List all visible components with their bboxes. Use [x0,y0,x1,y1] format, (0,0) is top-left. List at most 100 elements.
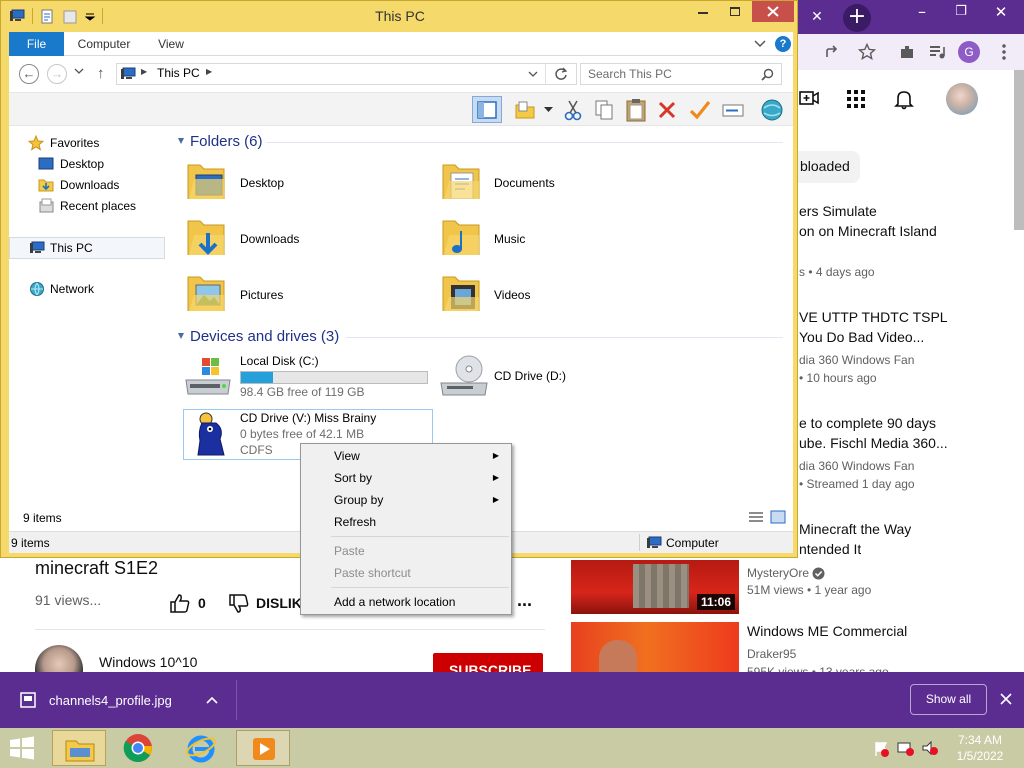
minimize-button[interactable] [688,2,718,22]
folder-documents[interactable]: Documents [441,159,681,211]
folder-options-dropdown-icon[interactable] [544,107,553,113]
refresh-icon[interactable] [554,67,568,81]
drives-group-header[interactable]: Devices and drives (3) [190,328,339,345]
video-title-4b[interactable]: ntended It [799,541,861,557]
folder-desktop[interactable]: Desktop [186,159,426,211]
forward-button[interactable]: → [47,64,67,84]
new-tab-button[interactable]: + [843,4,871,32]
up-button[interactable]: ↑ [97,65,105,82]
search-icon[interactable] [761,68,774,81]
collapse-folders-icon[interactable] [177,137,185,145]
browser-menu-icon[interactable] [1002,43,1006,61]
cut-icon[interactable] [564,99,582,121]
network-globe-icon[interactable] [760,98,784,122]
download-item[interactable]: channels4_profile.jpg [0,672,236,728]
address-dropdown-icon[interactable] [528,71,538,78]
folders-group-header[interactable]: Folders (6) [190,133,263,150]
close-button[interactable] [752,1,794,22]
drive-d[interactable]: CD Drive (D:) [439,352,689,402]
video-title-3b[interactable]: ube. Fischl Media 360... [799,435,948,451]
video-thumbnail-windows-me[interactable] [571,622,739,672]
drive-c[interactable]: Local Disk (C:) 98.4 GB free of 119 GB [184,352,434,402]
maximize-button[interactable] [720,2,750,22]
preview-pane-button[interactable] [472,96,502,123]
taskbar-chrome[interactable] [112,730,166,766]
dislike-label[interactable]: DISLIK [256,595,302,611]
nav-downloads[interactable]: Downloads [9,175,166,195]
taskbar-media-player[interactable] [236,730,290,766]
network-status-icon[interactable] [897,740,915,756]
youtube-avatar[interactable] [946,83,978,115]
more-actions-button[interactable]: ... [517,590,532,611]
folder-pictures[interactable]: Pictures [186,271,426,323]
collapse-drives-icon[interactable] [177,332,185,340]
volume-muted-icon[interactable] [921,740,939,756]
breadcrumb-chevron-2[interactable]: ▶ [206,67,212,76]
folder-videos[interactable]: Videos [441,271,681,323]
menu-item-paste-shortcut[interactable]: Paste shortcut [303,562,509,584]
recent-locations-icon[interactable] [74,68,84,75]
restore-icon[interactable]: ❐ [951,2,971,22]
video-channel-6[interactable]: Draker95 [747,647,796,661]
video-title-1a[interactable]: ers Simulate [799,203,877,219]
nav-network[interactable]: Network [9,279,166,299]
video-channel-2[interactable]: dia 360 Windows Fan [799,353,914,367]
nav-recent-places[interactable]: Recent places [9,196,166,216]
video-title-2b[interactable]: You Do Bad Video... [799,329,924,345]
back-button[interactable]: ← [19,64,39,84]
video-title-2a[interactable]: VE UTTP THDTC TSPL [799,309,948,325]
profile-avatar[interactable]: G [958,41,980,63]
checkmark-icon[interactable] [689,99,711,121]
menu-item-group-by[interactable]: Group by ▶ [303,489,509,511]
taskbar-internet-explorer[interactable] [174,730,228,766]
create-video-icon[interactable] [799,89,819,107]
main-video-views[interactable]: 91 views... [35,592,101,608]
expand-ribbon-icon[interactable] [754,40,766,48]
extensions-icon[interactable] [898,43,916,61]
download-bar-close-icon[interactable] [1000,693,1012,705]
menu-item-view[interactable]: View ▶ [303,445,509,467]
star-icon[interactable] [858,43,876,61]
channel-name[interactable]: Windows 10^10 [99,654,197,670]
video-title-1b[interactable]: on on Minecraft Island [799,223,937,239]
dislike-icon[interactable] [228,594,250,614]
address-bar[interactable]: ▶ This PC ▶ [116,63,577,85]
video-thumbnail-minecraft[interactable]: 11:06 [571,560,739,614]
show-all-button[interactable]: Show all [910,684,987,715]
close-tab-icon[interactable]: ✕ [806,6,828,28]
paste-icon[interactable] [625,98,647,122]
search-box[interactable]: Search This PC [580,63,782,85]
nav-this-pc[interactable]: This PC [9,237,165,259]
tab-computer[interactable]: Computer [69,32,139,56]
nav-favorites[interactable]: Favorites [9,133,99,153]
large-icons-view-icon[interactable] [770,510,786,524]
rename-icon[interactable] [722,101,744,119]
notifications-bell-icon[interactable] [893,88,915,110]
menu-item-add-network-location[interactable]: Add a network location [303,591,509,613]
nav-desktop[interactable]: Desktop [9,154,166,174]
share-icon[interactable] [824,44,840,60]
apps-grid-icon[interactable] [846,89,866,109]
copy-icon[interactable] [594,99,614,121]
channel-avatar[interactable] [35,645,83,672]
action-center-flag-icon[interactable] [874,741,890,757]
video-channel-5[interactable]: MysteryOre [747,566,809,580]
start-button[interactable] [8,736,38,760]
browser-close-icon[interactable]: ✕ [990,2,1012,22]
like-icon[interactable] [169,593,191,613]
tab-file[interactable]: File [9,32,64,56]
video-channel-3[interactable]: dia 360 Windows Fan [799,459,914,473]
explorer-titlebar[interactable]: This PC [1,1,799,31]
breadcrumb-this-pc[interactable]: This PC [157,66,200,80]
minimize-icon[interactable]: – [912,2,932,22]
chevron-up-icon[interactable] [206,696,218,704]
video-title-6[interactable]: Windows ME Commercial [747,623,907,639]
video-title-4a[interactable]: Minecraft the Way [799,521,911,537]
subscribe-button[interactable]: SUBSCRIBE [433,653,543,672]
breadcrumb-chevron[interactable]: ▶ [141,67,147,76]
video-title-3a[interactable]: e to complete 90 days [799,415,936,431]
folder-options-icon[interactable] [514,100,536,120]
folder-music[interactable]: Music [441,215,681,267]
media-control-icon[interactable] [928,43,946,61]
details-view-icon[interactable] [748,511,764,523]
